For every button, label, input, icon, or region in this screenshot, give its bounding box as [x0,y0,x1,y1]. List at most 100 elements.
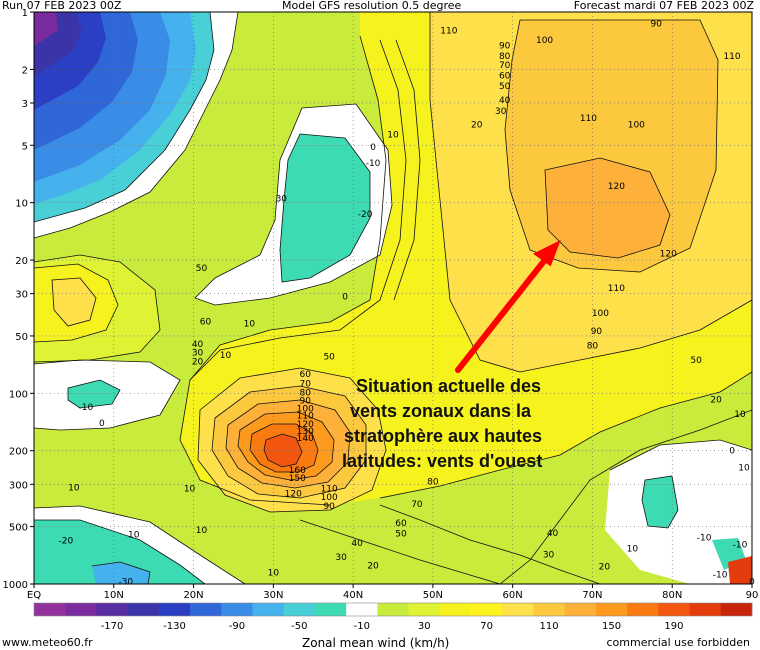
contour-label: 90 [323,502,335,512]
contour-label: 40 [547,529,559,539]
colorbar-swatch [689,603,722,616]
annotation-line-1: Situation actuelle des [356,376,541,396]
contour-label: 10 [738,464,750,474]
x-tick-label: 80N [662,590,682,601]
contour-label: 30 [276,194,288,204]
x-tick-label: 50N [423,590,443,601]
contour-label: 50 [395,530,407,540]
y-tick-label: 1 [22,8,28,19]
x-tick-label: 30N [263,590,283,601]
contour-label: 40 [351,539,363,549]
contour-label: 110 [440,26,457,36]
contour-label: -30 [118,577,133,587]
contour-label: 90 [651,20,663,30]
colorbar-swatch [595,603,628,616]
y-tick-label: 20 [15,256,28,267]
contour-label: -10 [697,533,712,543]
x-tick-label: 70N [582,590,602,601]
contour-label: 10 [196,526,208,536]
contour-label: -10 [366,159,381,169]
contour-label: 70 [411,500,423,510]
colorbar-swatch [283,603,316,616]
y-tick-label: 100 [9,389,28,400]
contour-label: 40 [499,96,511,106]
colorbar-swatch [564,603,597,616]
contour-label: 10 [68,484,80,494]
colorbar-swatch [502,603,534,616]
contour-label: 0 [729,447,735,457]
contour-label: 10 [220,351,232,361]
x-tick-label: 90 [746,590,759,601]
contour-label: 140 [297,434,314,444]
contour-label: 110 [723,52,740,62]
license-label: commercial use forbidden [606,636,751,649]
contour-label: -10 [733,540,748,550]
contour-label: 0 [342,292,348,302]
y-tick-label: 2 [22,65,28,76]
y-tick-label: 200 [9,447,28,458]
colorbar-tick-label: 190 [664,621,683,632]
x-tick-label: 40N [343,590,363,601]
colorbar-tick-label: 70 [480,621,493,632]
contour-label: -10 [79,403,94,413]
contour-label: 80 [587,341,599,351]
contour-label: 50 [499,82,511,92]
y-tick-label: 3 [22,99,28,110]
contour-label: 50 [690,356,702,366]
colorbar-label: Zonal mean wind (km/h) [302,636,450,650]
contour-label: 110 [608,284,625,294]
colorbar-swatch [377,603,409,616]
y-tick-label: 50 [15,332,28,343]
x-tick-label: 20N [183,590,203,601]
colorbar-swatch [65,603,97,616]
contour-label: 30 [495,107,507,117]
colorbar-swatch [127,603,160,616]
contour-label: 10 [184,484,196,494]
contour-label: 120 [285,489,302,499]
colorbar-tick-label: -50 [291,621,307,632]
colorbar-swatch [439,603,472,616]
contour-label: 20 [367,562,379,572]
contour-label: 30 [543,550,555,560]
source-label: www.meteo60.fr [2,636,93,649]
contour-label: 120 [608,182,625,192]
contour-label: 10 [627,544,639,554]
colorbar-tick-label: -170 [101,621,124,632]
x-tick-label: EQ [27,590,41,601]
contour-label: 150 [289,474,306,484]
annotation-line-2: vents zonaux dans la [350,401,532,421]
contour-label: 60 [200,317,212,327]
contour-label: 100 [536,36,553,46]
colorbar-swatch [408,603,441,616]
colorbar-swatch [190,603,222,616]
contour-label: 10 [244,319,256,329]
y-tick-label: 1000 [3,580,28,591]
zonal-wind-chart: EQ 10N 20N 30N 40N 50N 60N 70N 80N 90 1 2 3 5 10 20 30 50… [3,8,759,632]
contour-label: -10 [713,570,728,580]
contour-label: 120 [660,250,677,260]
contour-fill-layer [34,12,752,584]
colorbar-swatch [252,603,285,616]
x-tick-label: 60N [503,590,523,601]
contour-label: 20 [599,563,611,573]
colorbar-swatch [658,603,690,616]
contour-label: 10 [387,131,399,141]
colorbar-swatch [346,603,378,616]
colorbar: -170 -130 -90 -50 -10 30 70 110 150 190 [33,602,753,632]
contour-label: -20 [358,210,373,220]
contour-label: 50 [196,264,208,274]
contour-label: 90 [591,327,603,337]
colorbar-tick-label: -10 [354,621,370,632]
colorbar-tick-label: -90 [229,621,245,632]
colorbar-swatch [96,603,128,616]
y-tick-label: 10 [15,199,28,210]
contour-label: 20 [710,396,722,406]
colorbar-swatch [221,603,253,616]
colorbar-tick-label: 110 [540,621,559,632]
colorbar-swatch [314,603,347,616]
y-tick-label: 30 [15,290,28,301]
contour-label: 0 [370,143,376,153]
contour-label: 50 [323,352,335,362]
contour-label: 100 [592,309,609,319]
contour-label: 80 [427,477,439,487]
